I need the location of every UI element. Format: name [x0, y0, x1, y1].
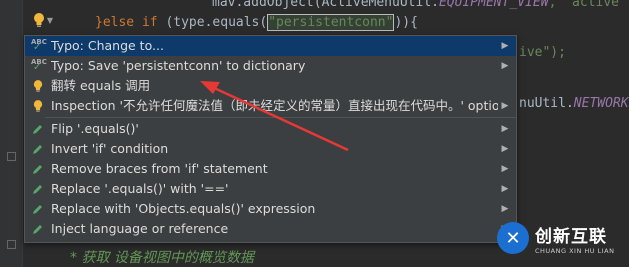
- spellcheck-icon: ABC ✓: [31, 58, 47, 73]
- submenu-arrow-icon: ▶: [501, 164, 509, 174]
- lightbulb-icon: [33, 13, 44, 27]
- menu-item-label: Flip '.equals()': [51, 121, 139, 136]
- submenu-arrow-icon: ▶: [501, 124, 509, 134]
- menu-item-inject-language[interactable]: Inject language or reference ▶: [25, 219, 516, 239]
- menu-item-replace-equals[interactable]: Replace '.equals()' with '==' ▶: [25, 179, 516, 199]
- menu-item-label: 翻转 equals 调用: [51, 78, 151, 93]
- pencil-icon: [29, 121, 47, 137]
- menu-item-label: Typo: Save 'persistentconn' to dictionar…: [51, 58, 306, 73]
- lightbulb-icon: [29, 98, 47, 114]
- code-string: , "active");: [548, 0, 629, 10]
- code-line-2: }else if (type.equals("persistentconn"))…: [95, 14, 418, 32]
- javadoc-comment: * 获取 设备视图中的概览数据: [70, 250, 254, 266]
- code-constant: NETWORK: [573, 96, 629, 111]
- menu-item-remove-braces[interactable]: Remove braces from 'if' statement ▶: [25, 159, 516, 179]
- menu-separator: [45, 117, 516, 118]
- chevron-down-icon: ▼: [46, 15, 54, 25]
- intention-actions-popup: ABC ✓ Typo: Change to... ▶ ABC ✓ Typo: Sav…: [24, 35, 517, 243]
- menu-item-label: Invert 'if' condition: [51, 141, 169, 156]
- code-text: )){: [394, 15, 418, 30]
- code-keyword: }else if: [95, 15, 158, 30]
- pencil-icon: [29, 161, 47, 177]
- code-line-3-tail: ive");: [519, 45, 566, 60]
- menu-item-typo-change[interactable]: ABC ✓ Typo: Change to... ▶: [25, 36, 516, 56]
- menu-item-inspection-options[interactable]: Inspection '不允许任何魔法值（即未经定义的常量）直接出现在代码中。'…: [25, 96, 516, 116]
- editor-gutter: [0, 0, 23, 267]
- menu-item-label: Inspection '不允许任何魔法值（即未经定义的常量）直接出现在代码中。'…: [51, 98, 498, 113]
- menu-item-replace-objects-equals[interactable]: Replace with 'Objects.equals()' expressi…: [25, 199, 516, 219]
- menu-item-flip-equals-cn[interactable]: 翻转 equals 调用: [25, 76, 516, 96]
- submenu-arrow-icon: ▶: [501, 61, 509, 71]
- code-line-1: mav.addObject(ActiveMenuUtil.EQUIPMENT_V…: [212, 0, 629, 12]
- fold-marker[interactable]: [7, 240, 16, 249]
- pencil-icon: [29, 221, 47, 237]
- menu-item-invert-if[interactable]: Invert 'if' condition ▶: [25, 139, 516, 159]
- brand-logo-icon: ✕: [497, 222, 529, 254]
- pencil-icon: [29, 141, 47, 157]
- menu-item-flip-equals[interactable]: Flip '.equals()' ▶: [25, 119, 516, 139]
- menu-item-label: Remove braces from 'if' statement: [51, 161, 268, 176]
- menu-item-typo-save[interactable]: ABC ✓ Typo: Save 'persistentconn' to dict…: [25, 56, 516, 76]
- spellcheck-icon: ABC ✓: [31, 38, 47, 53]
- code-text: mav.addObject(ActiveMenuUtil.: [212, 0, 439, 10]
- menu-item-label: Replace '.equals()' with '==': [51, 181, 229, 196]
- menu-item-label: Typo: Change to...: [51, 38, 164, 53]
- watermark-logo: ✕ 创新互联 CHUANG XIN HU LIAN: [497, 215, 627, 261]
- submenu-arrow-icon: ▶: [501, 41, 509, 51]
- code-text: nuUtil.: [519, 96, 574, 111]
- menu-item-label: Inject language or reference: [51, 221, 229, 236]
- submenu-arrow-icon: ▶: [501, 184, 509, 194]
- intention-bulb-button[interactable]: ▼: [28, 8, 58, 32]
- code-line-4-tail: nuUtil.NETWORK: [519, 95, 629, 113]
- pencil-icon: [29, 181, 47, 197]
- submenu-arrow-icon: ▶: [501, 101, 509, 111]
- menu-item-label: Replace with 'Objects.equals()' expressi…: [51, 201, 316, 216]
- pencil-icon: [29, 201, 47, 217]
- submenu-arrow-icon: ▶: [501, 144, 509, 154]
- code-text: (type.equals(: [157, 15, 268, 30]
- lightbulb-icon: [29, 78, 47, 94]
- code-constant: EQUIPMENT_VIEW: [438, 0, 549, 10]
- brand-subtitle: CHUANG XIN HU LIAN: [535, 246, 615, 255]
- fold-marker[interactable]: [7, 152, 16, 161]
- brand-name: 创新互联: [535, 226, 607, 247]
- code-highlighted-string[interactable]: "persistentconn": [267, 14, 395, 31]
